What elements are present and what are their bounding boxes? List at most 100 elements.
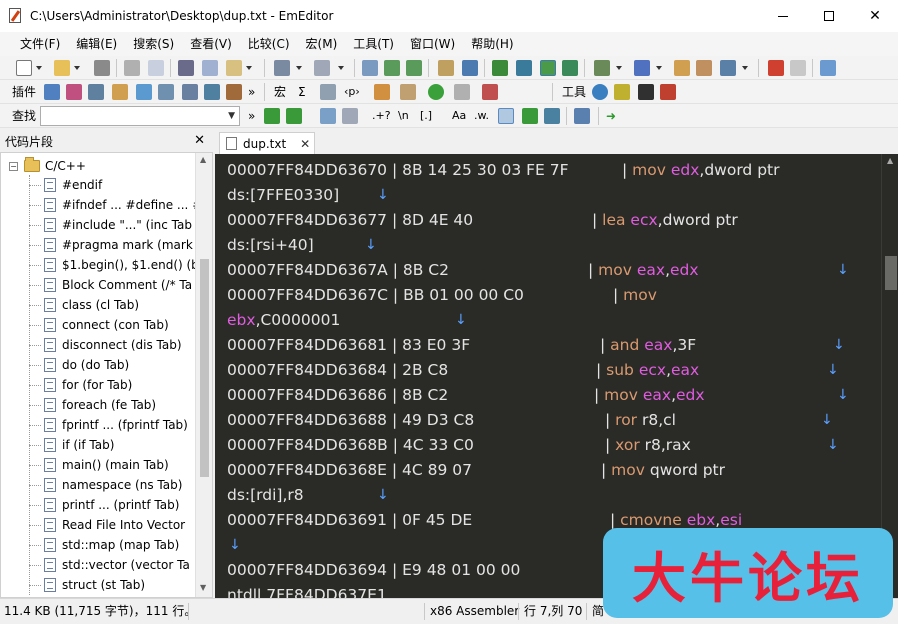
- snippet-item[interactable]: class (cl Tab): [29, 295, 202, 315]
- snippet-item[interactable]: #pragma mark (mark: [29, 235, 202, 255]
- wrap-around-icon[interactable]: [498, 108, 514, 124]
- code-line[interactable]: 00007FF84DD6367A | 8B C2 | mov eax,edx ↓: [227, 258, 867, 283]
- plugin-word-count-icon[interactable]: [182, 84, 198, 100]
- status-syntax[interactable]: x86 Assembler: [430, 599, 519, 624]
- menu-search[interactable]: 搜索(S): [125, 32, 182, 56]
- snippet-item[interactable]: for (for Tab): [29, 375, 202, 395]
- internet-explorer-icon[interactable]: [592, 84, 608, 100]
- code-line[interactable]: 00007FF84DD63681 | 83 E0 3F | and eax,3F ↓: [227, 333, 867, 358]
- find-prev-icon[interactable]: [406, 60, 422, 76]
- sidebar-scroll-thumb[interactable]: [200, 259, 209, 477]
- macro-delete-icon[interactable]: [482, 84, 498, 100]
- macro-run-icon[interactable]: [374, 84, 390, 100]
- command-prompt-icon[interactable]: [638, 84, 654, 100]
- redo-icon[interactable]: [314, 60, 330, 76]
- snippet-item[interactable]: Block Comment (/* Ta: [29, 275, 202, 295]
- code-line[interactable]: 00007FF84DD6368B | 4C 33 C0 | xor r8,rax ↓: [227, 433, 867, 458]
- editor-scroll-thumb[interactable]: [885, 256, 897, 290]
- sigma-icon[interactable]: Σ: [298, 80, 306, 104]
- encoding-dropdown-icon[interactable]: [656, 66, 662, 70]
- go-arrow-icon[interactable]: ➜: [606, 104, 616, 128]
- snippet-item[interactable]: connect (con Tab): [29, 315, 202, 335]
- scroll-up-icon[interactable]: ▲: [200, 155, 206, 164]
- configuration-dropdown-icon[interactable]: [616, 66, 622, 70]
- wrap-page-icon[interactable]: [540, 60, 556, 76]
- wrap-ruler-icon[interactable]: [562, 60, 578, 76]
- menu-window[interactable]: 窗口(W): [402, 32, 463, 56]
- regex-toggle[interactable]: .+?: [372, 104, 391, 128]
- macro-go-icon[interactable]: [428, 84, 444, 100]
- code-line[interactable]: ebx,C0000001 ↓: [227, 308, 867, 333]
- scroll-up-icon[interactable]: ▲: [887, 156, 893, 165]
- code-line[interactable]: ds:[rsi+40] ↓: [227, 233, 867, 258]
- plugin-calendar-icon[interactable]: [226, 84, 242, 100]
- redo-dropdown-icon[interactable]: [338, 66, 344, 70]
- snippet-item[interactable]: std::map (map Tab): [29, 535, 202, 555]
- html-tag-icon[interactable]: ‹p›: [344, 80, 360, 104]
- paste-icon[interactable]: [226, 60, 242, 76]
- code-line[interactable]: ds:[7FFE0330] ↓: [227, 183, 867, 208]
- plugin-web-preview-icon[interactable]: [204, 84, 220, 100]
- snippet-item[interactable]: namespace (ns Tab): [29, 475, 202, 495]
- close-button[interactable]: ✕: [852, 0, 898, 32]
- snippet-item[interactable]: main() (main Tab): [29, 455, 202, 475]
- menu-tools[interactable]: 工具(T): [345, 32, 402, 56]
- print-icon[interactable]: [124, 60, 140, 76]
- filter-icon[interactable]: [462, 60, 478, 76]
- snippet-item[interactable]: #endif: [29, 175, 202, 195]
- find-previous-button-icon[interactable]: [286, 108, 302, 124]
- chevron-down-icon[interactable]: ▼: [228, 111, 235, 121]
- find-next-button-icon[interactable]: [264, 108, 280, 124]
- find-next-icon[interactable]: [384, 60, 400, 76]
- code-line[interactable]: 00007FF84DD63677 | 8D 4E 40 | lea ecx,dwo…: [227, 208, 867, 233]
- encoding-icon[interactable]: [634, 60, 650, 76]
- new-file-icon[interactable]: [16, 60, 32, 76]
- find-in-selection-icon[interactable]: [342, 108, 358, 124]
- close-icon[interactable]: ✕: [194, 133, 205, 148]
- search-highlight-icon[interactable]: [320, 108, 336, 124]
- plugin-html-bar-icon[interactable]: [136, 84, 152, 100]
- cut-icon[interactable]: [178, 60, 194, 76]
- code-line[interactable]: 00007FF84DD63686 | 8B C2 | mov eax,edx ↓: [227, 383, 867, 408]
- run-macro-icon[interactable]: [790, 60, 806, 76]
- match-case-toggle[interactable]: Aa: [452, 104, 466, 128]
- bracket-toggle[interactable]: [.]: [420, 104, 432, 128]
- menu-compare[interactable]: 比较(C): [240, 32, 298, 56]
- all-properties-icon[interactable]: [696, 60, 712, 76]
- macro-edit-icon[interactable]: [320, 84, 336, 100]
- search-list-icon[interactable]: [544, 108, 560, 124]
- find-options-icon[interactable]: [574, 108, 590, 124]
- code-line[interactable]: ds:[rdi],r8 ↓: [227, 483, 867, 508]
- undo-icon[interactable]: [274, 60, 290, 76]
- tool-hammer-icon[interactable]: [660, 84, 676, 100]
- find-more-chevron[interactable]: »: [248, 104, 255, 128]
- collapse-icon[interactable]: −: [9, 161, 18, 171]
- word-wrap-icon[interactable]: [492, 60, 508, 76]
- snippet-item[interactable]: disconnect (dis Tab): [29, 335, 202, 355]
- snippet-item[interactable]: $1.begin(), $1.end() (b: [29, 255, 202, 275]
- menu-macros[interactable]: 宏(M): [298, 32, 346, 56]
- close-icon[interactable]: ✕: [300, 137, 310, 151]
- new-dropdown-icon[interactable]: [36, 66, 42, 70]
- snippet-item[interactable]: foreach (fe Tab): [29, 395, 202, 415]
- toolbar-more-chevron[interactable]: »: [248, 80, 255, 104]
- menu-help[interactable]: 帮助(H): [463, 32, 521, 56]
- escape-sequence-toggle[interactable]: \n: [398, 104, 409, 128]
- scroll-down-icon[interactable]: ▼: [200, 583, 206, 592]
- tree-root-cpp[interactable]: − C/C++: [9, 156, 86, 176]
- code-line[interactable]: 00007FF84DD63688 | 49 D3 C8 | ror r8,cl ↓: [227, 408, 867, 433]
- print-preview-icon[interactable]: [148, 60, 164, 76]
- tab-dup-txt[interactable]: dup.txt ✕: [219, 132, 315, 154]
- snippet-item[interactable]: #ifndef ... #define ... #: [29, 195, 202, 215]
- code-line[interactable]: 00007FF84DD63670 | 8B 14 25 30 03 FE 7F |…: [227, 158, 867, 183]
- customize-icon[interactable]: [820, 60, 836, 76]
- snippet-item[interactable]: do (do Tab): [29, 355, 202, 375]
- menu-view[interactable]: 查看(V): [182, 32, 240, 56]
- layout-dropdown-icon[interactable]: [742, 66, 748, 70]
- whole-word-toggle[interactable]: .w.: [474, 104, 489, 128]
- code-line[interactable]: 00007FF84DD63684 | 2B C8 | sub ecx,eax ↓: [227, 358, 867, 383]
- tool-notes-icon[interactable]: [614, 84, 630, 100]
- snippets-tree[interactable]: − C/C++ #endif #ifndef ... #define ... #…: [0, 152, 213, 598]
- maximize-button[interactable]: [806, 0, 852, 32]
- configuration-icon[interactable]: [594, 60, 610, 76]
